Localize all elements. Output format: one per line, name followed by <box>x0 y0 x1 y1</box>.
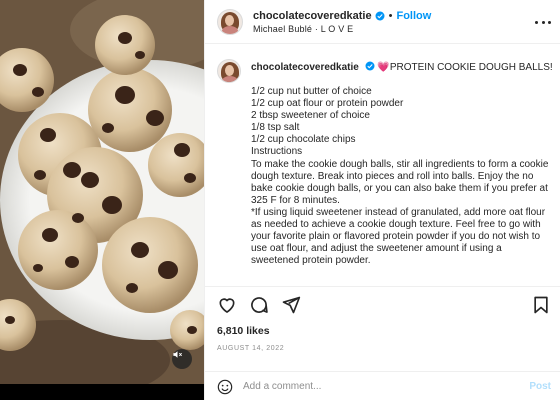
author-avatar[interactable] <box>217 8 243 35</box>
verified-badge-icon <box>375 11 385 21</box>
heart-icon[interactable] <box>217 295 237 315</box>
comment-icon[interactable] <box>249 295 269 315</box>
post-header: chocolatecoveredkatie • Follow Michael B… <box>205 0 560 44</box>
post-details-panel: chocolatecoveredkatie • Follow Michael B… <box>204 0 560 400</box>
header-separator: • <box>388 9 393 22</box>
audio-track-link[interactable]: Michael Bublé · L O V E <box>253 24 431 34</box>
bookmark-icon[interactable] <box>531 295 551 315</box>
comment-input[interactable] <box>243 381 513 392</box>
caption-body: 1/2 cup nut butter of choice 1/2 cup oat… <box>251 86 549 267</box>
emoji-icon[interactable] <box>217 379 233 395</box>
follow-button[interactable]: Follow <box>396 10 431 22</box>
comment-composer: Post <box>205 371 560 400</box>
like-count[interactable]: 6,810 likes <box>217 325 270 337</box>
cookie-dough-balls-photo <box>0 0 204 384</box>
post-media[interactable] <box>0 0 204 384</box>
more-options-icon[interactable] <box>535 14 551 30</box>
share-icon[interactable] <box>281 295 301 315</box>
author-username[interactable]: chocolatecoveredkatie <box>253 10 372 22</box>
caption-username[interactable]: chocolatecoveredkatie <box>251 62 359 73</box>
caption-author-avatar[interactable] <box>217 59 241 83</box>
caption-title: PROTEIN COOKIE DOUGH BALLS! <box>389 62 553 73</box>
caption-section: chocolatecoveredkatie 💗PROTEIN COOKIE DO… <box>205 50 560 286</box>
media-bottom-letterbox <box>0 384 204 400</box>
post-actions-section: 6,810 likes AUGUST 14, 2022 Post <box>205 286 560 400</box>
caption-verified-badge-icon <box>365 61 375 71</box>
mute-toggle-button[interactable] <box>172 349 192 369</box>
heart-emoji: 💗 <box>377 62 390 73</box>
caption-title-line: chocolatecoveredkatie 💗PROTEIN COOKIE DO… <box>251 61 553 75</box>
speaker-muted-icon <box>173 351 182 358</box>
post-comment-button[interactable]: Post <box>529 381 551 392</box>
post-date[interactable]: AUGUST 14, 2022 <box>217 345 284 352</box>
